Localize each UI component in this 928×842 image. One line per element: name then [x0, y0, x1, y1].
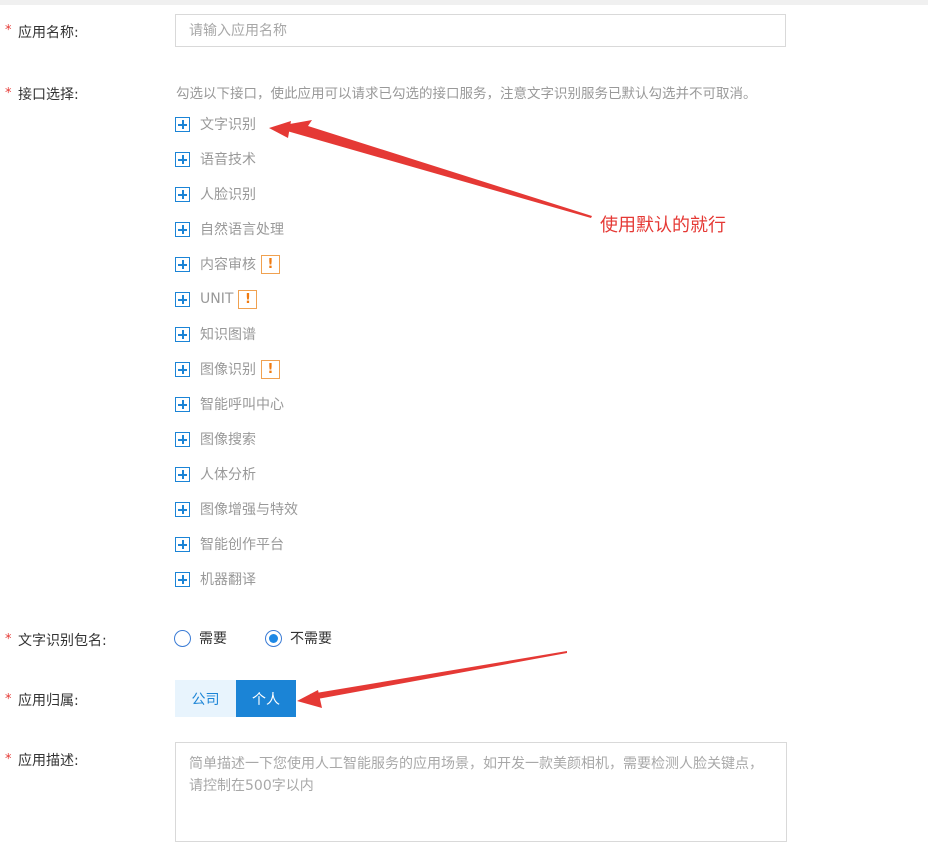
expand-plus-icon[interactable] [175, 361, 190, 377]
api-item-speech[interactable]: 语音技术 [175, 150, 256, 168]
api-item-creation-platform[interactable]: 智能创作平台 [175, 535, 284, 553]
required-mark: * [5, 86, 12, 101]
api-item-label: 内容审核 [200, 257, 256, 273]
api-item-label: 语音技术 [200, 152, 256, 168]
api-item-label: 图像搜索 [200, 432, 256, 448]
api-item-label: 智能创作平台 [200, 537, 284, 553]
app-name-input[interactable] [175, 14, 786, 47]
annotation-arrows [269, 120, 592, 708]
api-item-image-recognition[interactable]: 图像识别 ! [175, 359, 280, 379]
expand-plus-icon[interactable] [175, 431, 190, 447]
api-item-label: 知识图谱 [200, 327, 256, 343]
package-name-label: 文字识别包名: [18, 633, 107, 649]
expand-plus-icon[interactable] [175, 501, 190, 517]
expand-plus-icon[interactable] [175, 466, 190, 482]
package-name-radio-group: 需要 不需要 [174, 628, 332, 648]
description-textarea[interactable] [175, 742, 787, 842]
description-label: 应用描述: [18, 753, 79, 769]
api-item-label: 智能呼叫中心 [200, 397, 284, 413]
api-item-ocr[interactable]: 文字识别 [175, 115, 256, 133]
api-item-knowledge-graph[interactable]: 知识图谱 [175, 325, 256, 343]
top-divider [0, 0, 928, 5]
api-item-label: 机器翻译 [200, 572, 256, 588]
radio-circle-icon[interactable] [174, 629, 191, 647]
api-item-label: UNIT [200, 291, 234, 307]
api-item-body-analysis[interactable]: 人体分析 [175, 465, 256, 483]
ownership-label: 应用归属: [18, 693, 79, 709]
annotation-text: 使用默认的就行 [600, 215, 726, 236]
expand-plus-icon[interactable] [175, 116, 190, 132]
api-item-image-search[interactable]: 图像搜索 [175, 430, 256, 448]
ownership-company-button[interactable]: 公司 [175, 680, 236, 717]
radio-need[interactable]: 需要 [174, 628, 227, 648]
app-name-label: 应用名称: [18, 25, 79, 41]
annotation-arrow-bottom [310, 651, 567, 700]
warning-icon: ! [261, 359, 280, 379]
api-item-face[interactable]: 人脸识别 [175, 185, 256, 203]
expand-plus-icon[interactable] [175, 256, 190, 272]
expand-plus-icon[interactable] [175, 396, 190, 412]
api-item-unit[interactable]: UNIT ! [175, 289, 258, 309]
warning-icon: ! [261, 254, 280, 274]
expand-plus-icon[interactable] [175, 326, 190, 342]
required-mark: * [5, 23, 12, 38]
required-mark: * [5, 692, 12, 707]
api-item-translation[interactable]: 机器翻译 [175, 570, 256, 588]
api-select-hint: 勾选以下接口，使此应用可以请求已勾选的接口服务，注意文字识别服务已默认勾选并不可… [176, 86, 757, 102]
annotation-arrow-bottom-head [297, 690, 322, 708]
radio-label: 需要 [199, 631, 227, 647]
api-item-label: 图像识别 [200, 362, 256, 378]
expand-plus-icon[interactable] [175, 151, 190, 167]
radio-not-need[interactable]: 不需要 [265, 628, 332, 648]
api-item-label: 人脸识别 [200, 187, 256, 203]
api-item-nlp[interactable]: 自然语言处理 [175, 220, 284, 238]
expand-plus-icon[interactable] [175, 186, 190, 202]
api-select-label: 接口选择: [18, 87, 79, 103]
radio-label: 不需要 [290, 631, 332, 647]
required-mark: * [5, 752, 12, 767]
warning-icon: ! [238, 289, 258, 309]
api-item-label: 文字识别 [200, 117, 256, 133]
ownership-segmented: 公司 个人 [175, 680, 296, 717]
annotation-arrow-top-head [269, 121, 291, 138]
annotation-arrow-top [273, 120, 592, 218]
api-item-content-review[interactable]: 内容审核 ! [175, 254, 280, 274]
expand-plus-icon[interactable] [175, 291, 190, 307]
ownership-personal-button[interactable]: 个人 [236, 680, 296, 717]
api-item-label: 人体分析 [200, 467, 256, 483]
api-item-image-enhance[interactable]: 图像增强与特效 [175, 500, 298, 518]
expand-plus-icon[interactable] [175, 221, 190, 237]
api-item-label: 图像增强与特效 [200, 502, 298, 518]
expand-plus-icon[interactable] [175, 536, 190, 552]
api-item-label: 自然语言处理 [200, 222, 284, 238]
expand-plus-icon[interactable] [175, 571, 190, 587]
required-mark: * [5, 632, 12, 647]
api-item-call-center[interactable]: 智能呼叫中心 [175, 395, 284, 413]
radio-checked-icon[interactable] [265, 629, 282, 647]
